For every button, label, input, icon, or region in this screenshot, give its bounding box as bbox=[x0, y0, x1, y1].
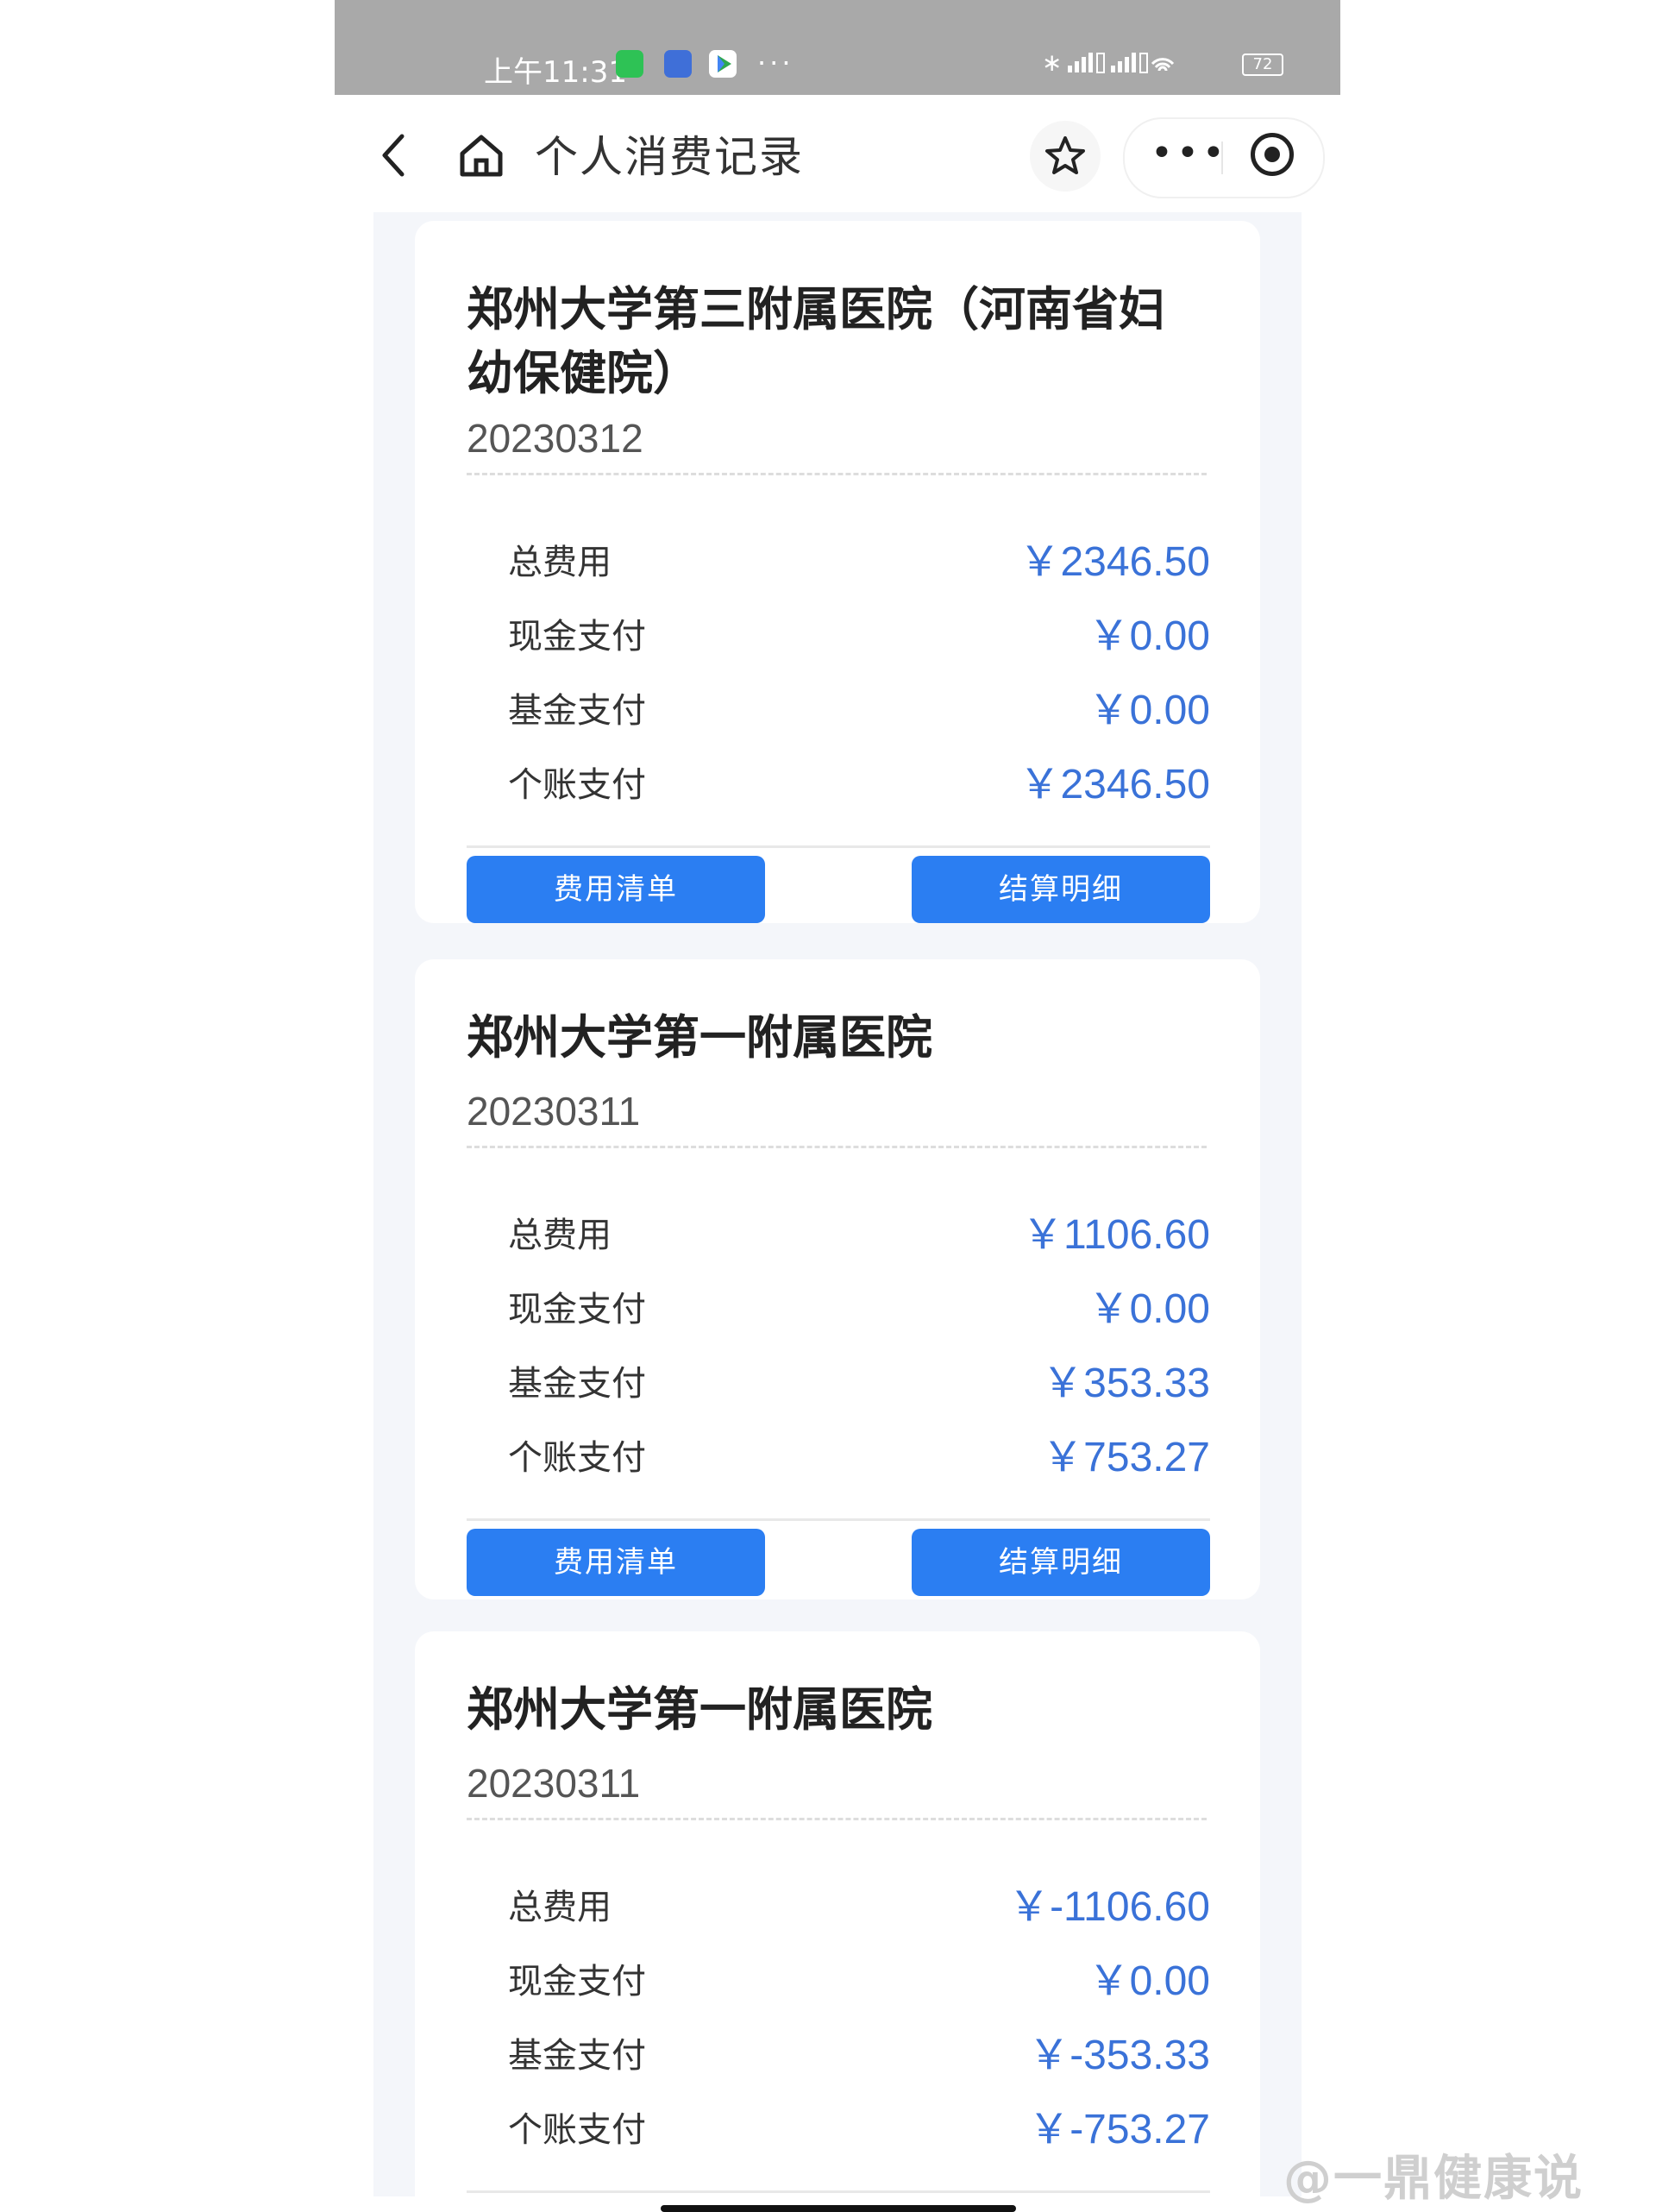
row-label: 现金支付 bbox=[508, 1290, 646, 1329]
status-time: 上午11:31 bbox=[484, 55, 627, 90]
row-value: ￥-353.33 bbox=[1028, 2033, 1210, 2078]
favorite-button[interactable] bbox=[1030, 121, 1101, 192]
settlement-detail-button[interactable]: 结算明细 bbox=[912, 856, 1210, 923]
divider bbox=[467, 1818, 1207, 1820]
monitor-icon bbox=[664, 50, 692, 78]
row-value: ￥2346.50 bbox=[1019, 539, 1210, 585]
row-value: ￥353.33 bbox=[1042, 1361, 1210, 1406]
record-date: 20230311 bbox=[467, 1761, 641, 1806]
battery-icon: 72 bbox=[1242, 53, 1283, 76]
status-more-icon: ··· bbox=[757, 47, 794, 79]
row-label: 基金支付 bbox=[508, 2036, 646, 2076]
row-label: 总费用 bbox=[508, 543, 612, 582]
row-value: ￥0.00 bbox=[1088, 1958, 1210, 2004]
mini-program-capsule: ••• bbox=[1123, 117, 1325, 198]
record-date: 20230311 bbox=[467, 1089, 641, 1134]
row-label: 个账支付 bbox=[508, 1438, 646, 1478]
total-fee-row: 总费用 ￥2346.50 bbox=[467, 537, 1210, 588]
wechat-icon bbox=[616, 50, 643, 78]
row-value: ￥1106.60 bbox=[1022, 1212, 1210, 1258]
row-label: 基金支付 bbox=[508, 691, 646, 731]
row-label: 个账支付 bbox=[508, 2110, 646, 2150]
cash-payment-row: 现金支付 ￥0.00 bbox=[467, 1284, 1210, 1335]
fee-list-button[interactable]: 费用清单 bbox=[467, 1529, 765, 1596]
watermark: @一鼎健康说 bbox=[1283, 2151, 1584, 2207]
account-payment-row: 个账支付 ￥-753.27 bbox=[467, 2104, 1210, 2156]
row-value: ￥2346.50 bbox=[1019, 762, 1210, 808]
divider bbox=[467, 845, 1210, 848]
close-icon[interactable] bbox=[1251, 133, 1294, 176]
row-label: 总费用 bbox=[508, 1216, 612, 1255]
signal-icon: ∗ bbox=[1042, 48, 1232, 84]
hospital-name: 郑州大学第一附属医院 bbox=[467, 1010, 932, 1065]
row-label: 总费用 bbox=[508, 1888, 612, 1927]
row-value: ￥0.00 bbox=[1088, 613, 1210, 659]
play-icon bbox=[709, 50, 737, 78]
record-list[interactable]: 郑州大学第三附属医院（河南省妇幼保健院） 20230312 总费用 ￥2346.… bbox=[373, 212, 1302, 2196]
row-label: 现金支付 bbox=[508, 617, 646, 657]
total-fee-row: 总费用 ￥1106.60 bbox=[467, 1210, 1210, 1261]
divider bbox=[467, 1518, 1210, 1521]
fund-payment-row: 基金支付 ￥353.33 bbox=[467, 1358, 1210, 1410]
hospital-name: 郑州大学第三附属医院（河南省妇幼保健院） bbox=[467, 282, 1165, 400]
more-icon[interactable]: ••• bbox=[1151, 135, 1228, 173]
record-card: 郑州大学第三附属医院（河南省妇幼保健院） 20230312 总费用 ￥2346.… bbox=[415, 221, 1260, 923]
row-value: ￥-1106.60 bbox=[1008, 1884, 1210, 1930]
cash-payment-row: 现金支付 ￥0.00 bbox=[467, 1956, 1210, 2008]
status-bar: 上午11:31 ··· ∗ 72 bbox=[335, 0, 1340, 95]
capsule-divider bbox=[1221, 141, 1223, 174]
account-payment-row: 个账支付 ￥753.27 bbox=[467, 1432, 1210, 1484]
row-value: ￥753.27 bbox=[1042, 1435, 1210, 1480]
fund-payment-row: 基金支付 ￥0.00 bbox=[467, 685, 1210, 737]
row-label: 现金支付 bbox=[508, 1962, 646, 2001]
row-value: ￥-753.27 bbox=[1028, 2107, 1210, 2152]
row-value: ￥0.00 bbox=[1088, 1286, 1210, 1332]
divider bbox=[467, 473, 1207, 475]
divider bbox=[467, 2190, 1210, 2193]
page-title: 个人消费记录 bbox=[535, 132, 804, 182]
hospital-name: 郑州大学第一附属医院 bbox=[467, 1682, 932, 1737]
nav-bar: 个人消费记录 ••• bbox=[335, 95, 1340, 212]
record-card: 郑州大学第一附属医院 20230311 总费用 ￥1106.60 现金支付 ￥0… bbox=[415, 959, 1260, 1599]
row-label: 基金支付 bbox=[508, 1364, 646, 1404]
record-card: 郑州大学第一附属医院 20230311 总费用 ￥-1106.60 现金支付 ￥… bbox=[415, 1631, 1260, 2196]
account-payment-row: 个账支付 ￥2346.50 bbox=[467, 759, 1210, 811]
star-icon bbox=[1045, 136, 1085, 174]
back-icon[interactable] bbox=[369, 129, 421, 181]
fee-list-button[interactable]: 费用清单 bbox=[467, 856, 765, 923]
row-value: ￥0.00 bbox=[1088, 688, 1210, 733]
svg-text:∗: ∗ bbox=[1042, 48, 1063, 77]
total-fee-row: 总费用 ￥-1106.60 bbox=[467, 1882, 1210, 1933]
record-date: 20230312 bbox=[467, 416, 643, 461]
home-icon[interactable] bbox=[455, 129, 507, 181]
cash-payment-row: 现金支付 ￥0.00 bbox=[467, 611, 1210, 663]
divider bbox=[467, 1146, 1207, 1148]
fund-payment-row: 基金支付 ￥-353.33 bbox=[467, 2030, 1210, 2082]
settlement-detail-button[interactable]: 结算明细 bbox=[912, 1529, 1210, 1596]
row-label: 个账支付 bbox=[508, 765, 646, 805]
home-indicator[interactable] bbox=[661, 2205, 1016, 2212]
